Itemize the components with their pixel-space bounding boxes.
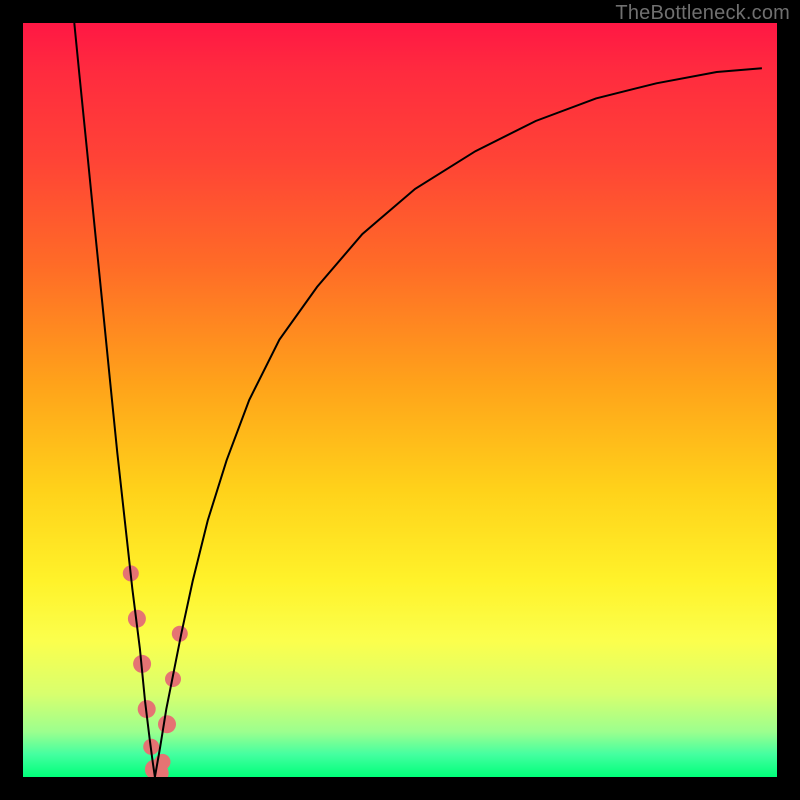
chart-frame: TheBottleneck.com [0,0,800,800]
plot-area [23,23,777,777]
curve-right [155,68,762,777]
chart-svg [23,23,777,777]
data-marker [158,715,176,733]
watermark-text: TheBottleneck.com [615,2,790,25]
